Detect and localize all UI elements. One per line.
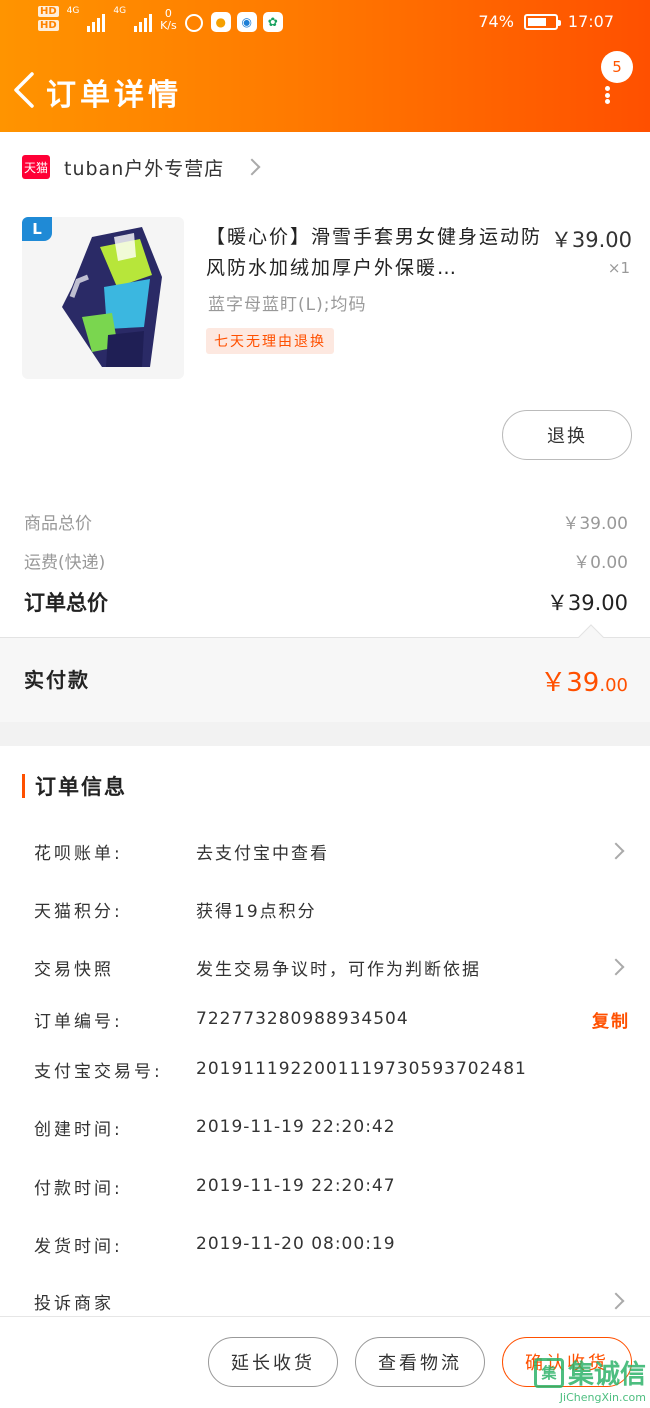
info-label: 天猫积分: xyxy=(34,901,123,922)
order-total-value: ￥39.00 xyxy=(546,591,628,615)
product-title[interactable]: 【暖心价】滑雪手套男女健身运动防风防水加绒加厚户外保暖… xyxy=(206,222,542,284)
chevron-right-icon xyxy=(607,842,625,860)
paid-time: 2019-11-19 22:20:47 xyxy=(196,1176,396,1196)
complain-seller-row[interactable]: 投诉商家 xyxy=(34,1284,630,1318)
order-number: 722773280988934504 xyxy=(196,1009,409,1029)
info-label: 支付宝交易号: xyxy=(34,1061,163,1082)
shipping-row: 运费(快递) ￥0.00 xyxy=(24,548,628,573)
clock: 17:07 xyxy=(567,12,614,31)
trade-snapshot-row[interactable]: 交易快照 发生交易争议时，可作为判断依据 xyxy=(34,950,630,984)
goods-total-label: 商品总价 xyxy=(24,514,92,534)
info-label: 创建时间: xyxy=(34,1119,123,1140)
battery-percent: 74% xyxy=(478,12,514,31)
extend-receipt-button[interactable]: 延长收货 xyxy=(208,1337,338,1387)
shop-name: tuban户外专营店 xyxy=(64,157,225,180)
net-speed: 0 K/s xyxy=(160,7,177,32)
info-label: 发货时间: xyxy=(34,1236,123,1257)
more-options-icon[interactable] xyxy=(602,86,612,104)
info-label: 投诉商家 xyxy=(34,1293,114,1314)
alipay-trade-number: 2019111922001119730593702481 xyxy=(196,1059,527,1079)
order-info-heading: 订单信息 xyxy=(35,775,127,799)
app-header: HD HD 4G 4G 0 K/s ● ◉ ✿ 74% 17:07 订单详情 5 xyxy=(0,0,650,132)
info-label: 付款时间: xyxy=(34,1178,123,1199)
chevron-left-icon xyxy=(14,72,34,108)
order-total-row: 订单总价 ￥39.00 xyxy=(24,587,628,617)
chevron-right-icon xyxy=(607,958,625,976)
paid-amount-integer: ￥39 xyxy=(540,668,600,698)
watermark-text: 集诚信 xyxy=(567,1360,646,1390)
product-sku: 蓝字母蓝盯(L);均码 xyxy=(208,295,367,315)
paid-time-row: 付款时间: 2019-11-19 22:20:47 xyxy=(34,1169,630,1203)
tmall-points-row: 天猫积分: 获得19点积分 xyxy=(34,892,630,926)
tmall-logo: 天猫 xyxy=(22,155,50,179)
return-policy-badge: 七天无理由退换 xyxy=(206,328,334,354)
hd-badge: HD xyxy=(38,6,59,17)
info-label: 交易快照 xyxy=(34,959,114,980)
product-price: ￥39.00 xyxy=(550,228,632,252)
page-title: 订单详情 xyxy=(46,78,182,113)
chevron-right-icon xyxy=(607,1292,625,1310)
info-value: 获得19点积分 xyxy=(196,901,317,922)
order-card: 天猫 tuban户外专营店 L 【暖心价】滑雪手套男女健身运动防风防水加绒加厚户… xyxy=(0,132,650,637)
shipped-time: 2019-11-20 08:00:19 xyxy=(196,1234,396,1254)
return-exchange-button[interactable]: 退换 xyxy=(502,410,632,460)
action-bar: 延长收货 查看物流 确认收货 集集诚信 JiChengXin.com xyxy=(0,1316,650,1408)
size-tag: L xyxy=(22,217,52,241)
chevron-right-icon xyxy=(243,158,261,176)
order-total-label: 订单总价 xyxy=(24,591,108,615)
battery-icon xyxy=(523,13,561,30)
shipping-value: ￥0.00 xyxy=(573,553,628,573)
signal-icon xyxy=(134,10,153,32)
view-logistics-button[interactable]: 查看物流 xyxy=(355,1337,485,1387)
paid-label: 实付款 xyxy=(24,668,90,692)
shop-link[interactable]: 天猫 tuban户外专营店 xyxy=(22,152,261,182)
paid-amount: ￥39.00 xyxy=(540,662,628,699)
watermark: 集集诚信 JiChengXin.com xyxy=(533,1354,646,1404)
app-notification-icon: ● xyxy=(210,12,231,32)
signal-icon xyxy=(87,10,106,32)
created-time-row: 创建时间: 2019-11-19 22:20:42 xyxy=(34,1110,630,1144)
order-number-row: 订单编号: 722773280988934504 复制 xyxy=(34,1002,630,1036)
info-value: 发生交易争议时，可作为判断依据 xyxy=(196,959,481,980)
copy-button[interactable]: 复制 xyxy=(592,1007,630,1032)
circle-icon xyxy=(184,14,203,32)
glove-image xyxy=(62,227,162,367)
order-info-section: 订单信息 花呗账单: 去支付宝中查看 天猫积分: 获得19点积分 交易快照 发生… xyxy=(0,746,650,1316)
china-mobile-icon: ✿ xyxy=(262,12,283,32)
status-bar: HD HD 4G 4G 0 K/s ● ◉ ✿ 74% 17:07 xyxy=(0,0,650,46)
message-count-badge[interactable]: 5 xyxy=(601,51,633,83)
info-value: 去支付宝中查看 xyxy=(196,843,329,864)
paid-amount-decimal: .00 xyxy=(599,675,628,696)
alipay-trade-row: 支付宝交易号: 2019111922001119730593702481 xyxy=(34,1052,630,1086)
hd-badge: HD xyxy=(38,20,59,31)
watermark-url: JiChengXin.com xyxy=(559,1391,646,1404)
shipping-label: 运费(快递) xyxy=(24,553,106,573)
created-time: 2019-11-19 22:20:42 xyxy=(196,1117,396,1137)
shipped-time-row: 发货时间: 2019-11-20 08:00:19 xyxy=(34,1227,630,1261)
network-type: 4G xyxy=(66,6,80,16)
huabei-row[interactable]: 花呗账单: 去支付宝中查看 xyxy=(34,834,630,868)
paid-amount-section: 实付款 ￥39.00 xyxy=(0,624,650,722)
product-image[interactable]: L xyxy=(22,217,184,379)
product-quantity: ×1 xyxy=(607,259,630,277)
order-info-title: 订单信息 xyxy=(22,772,127,800)
watermark-logo-icon: 集 xyxy=(533,1357,564,1388)
info-label: 花呗账单: xyxy=(34,843,123,864)
title-accent-bar xyxy=(22,774,25,798)
info-label: 订单编号: xyxy=(34,1011,123,1032)
network-type: 4G xyxy=(113,6,127,16)
back-button[interactable] xyxy=(10,70,40,110)
goods-total-row: 商品总价 ￥39.00 xyxy=(24,509,628,534)
browser-icon: ◉ xyxy=(236,12,257,32)
goods-total-value: ￥39.00 xyxy=(562,514,628,534)
